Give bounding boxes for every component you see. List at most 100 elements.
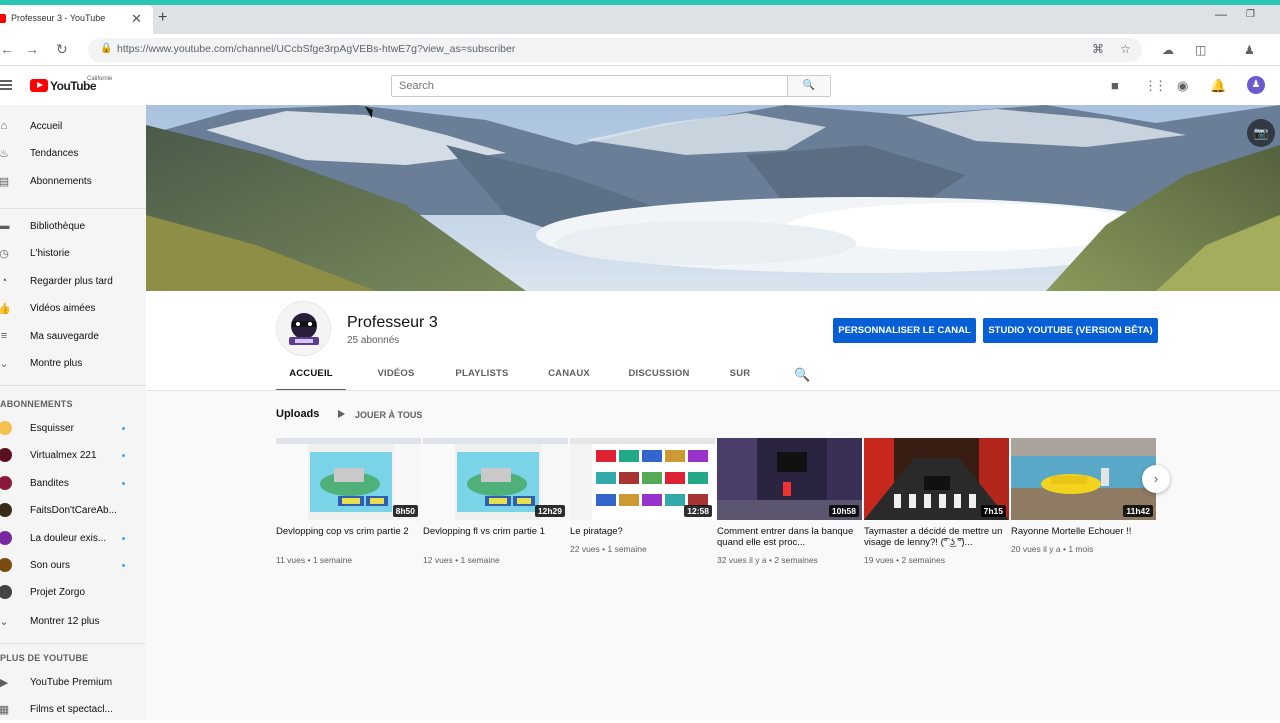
- menu-icon[interactable]: [0, 80, 12, 90]
- sidebar-item-subscription[interactable]: Esquisser: [0, 415, 146, 442]
- upload-age: 2 semaines: [774, 555, 818, 565]
- browser-tab-bar: Professeur 3 - YouTube ✕ + — ❐: [0, 5, 1280, 34]
- channel-banner: 📷: [146, 105, 1280, 291]
- bookmark-star-icon[interactable]: ☆: [1120, 42, 1131, 56]
- channel-avatar[interactable]: [276, 301, 331, 356]
- library-icon: 👍: [0, 303, 11, 316]
- search-button[interactable]: 🔍: [787, 75, 831, 97]
- video-title[interactable]: Le piratage?: [570, 526, 712, 537]
- upload-age: 1 semaine: [312, 555, 353, 565]
- sidebar-item-nav[interactable]: ♨ Tendances: [0, 140, 146, 167]
- video-title[interactable]: Devlopping cop vs crim partie 2: [276, 526, 418, 537]
- sidebar-item-library[interactable]: ◷ L'historie: [0, 240, 146, 267]
- apps-grid-icon[interactable]: ⋮⋮: [1144, 78, 1167, 94]
- sidebar-item-label: Son ours: [30, 560, 71, 571]
- search-input[interactable]: [392, 76, 787, 96]
- restore-window-icon[interactable]: ❐: [1246, 9, 1255, 20]
- back-icon[interactable]: ←: [0, 41, 14, 57]
- subscriber-count: 25 abonnés: [347, 335, 400, 346]
- sidebar-item-more[interactable]: ▦ Films et spectacl...: [0, 696, 146, 723]
- play-all-button[interactable]: JOUER À TOUS: [355, 410, 422, 420]
- play-all-icon[interactable]: [338, 410, 345, 418]
- notifications-bell-icon[interactable]: 🔔: [1210, 78, 1226, 94]
- search-field[interactable]: [391, 75, 788, 97]
- extension-cloud-icon[interactable]: ☁: [1162, 43, 1174, 57]
- channel-avatar: [0, 558, 12, 572]
- video-card[interactable]: 11h42 Rayonne Mortelle Echouer !! 20 vues …: [1011, 438, 1156, 568]
- edit-banner-camera-icon[interactable]: 📷: [1247, 119, 1275, 147]
- account-avatar[interactable]: ♟: [1247, 76, 1265, 94]
- library-icon: ◔: [0, 274, 8, 287]
- reload-icon[interactable]: ↻: [56, 41, 68, 58]
- sidebar-item-label: Esquisser: [30, 423, 74, 434]
- sidebar-item-label: La douleur exis...: [30, 532, 107, 544]
- tab-sur[interactable]: SUR: [720, 362, 760, 391]
- tab-discussion[interactable]: DISCUSSION: [624, 362, 694, 391]
- tab-playlists[interactable]: PLAYLISTS: [448, 362, 516, 391]
- url-text[interactable]: https://www.youtube.com/channel/UCcbSfge…: [117, 43, 515, 55]
- video-duration-badge: 7h15: [980, 505, 1006, 517]
- tab-videos[interactable]: VIDÉOS: [366, 362, 426, 391]
- more-youtube-section-title: PLUS DE YOUTUBE: [0, 653, 89, 663]
- sidebar-item-nav[interactable]: ▤ Abonnements: [0, 168, 146, 195]
- uploads-section-title[interactable]: Uploads: [276, 408, 319, 420]
- sidebar-item-library[interactable]: ▬ Bibliothèque: [0, 213, 146, 240]
- upload-age: 2 semaines: [901, 555, 945, 565]
- browser-tab[interactable]: Professeur 3 - YouTube ✕: [0, 5, 153, 34]
- extension-shield-icon[interactable]: ◫: [1195, 43, 1206, 57]
- close-tab-icon[interactable]: ✕: [131, 11, 142, 27]
- video-thumbnail[interactable]: 8h50: [276, 438, 421, 520]
- sidebar-show-more-subscriptions[interactable]: ⌄ Montrer 12 plus: [0, 608, 146, 635]
- tab-canaux[interactable]: CANAUX: [538, 362, 600, 391]
- video-thumbnail[interactable]: 10h58: [717, 438, 862, 520]
- view-count: 12 vues: [423, 555, 453, 565]
- sidebar-item-subscription[interactable]: Bandites: [0, 470, 146, 497]
- profile-icon[interactable]: ♟: [1244, 43, 1255, 57]
- video-title[interactable]: Comment entrer dans la banque quand elle…: [717, 526, 859, 548]
- new-tab-icon[interactable]: +: [158, 9, 167, 27]
- sidebar-item-library[interactable]: ⌄ Montre plus: [0, 350, 146, 377]
- minimize-window-icon[interactable]: —: [1215, 7, 1227, 21]
- youtube-studio-button[interactable]: STUDIO YOUTUBE (VERSION BÊTA): [983, 318, 1158, 343]
- browser-toolbar: ← → ↻ 🔒 https://www.youtube.com/channel/…: [0, 34, 1280, 66]
- lock-icon: 🔒: [100, 43, 113, 54]
- address-bar[interactable]: 🔒 https://www.youtube.com/channel/UCcbSf…: [88, 38, 1142, 62]
- sidebar-item-label: Vidéos aimées: [30, 303, 96, 315]
- sidebar-item-subscription[interactable]: Projet Zorgo: [0, 579, 146, 606]
- library-icon: ▬: [0, 220, 10, 232]
- video-card[interactable]: 12:58 Le piratage? 22 vues • 1 semaine: [570, 438, 715, 568]
- sidebar-item-nav[interactable]: ⌂ Accueil: [0, 113, 146, 140]
- video-thumbnail[interactable]: 11h42: [1011, 438, 1156, 520]
- translate-icon[interactable]: ⌘: [1092, 42, 1104, 56]
- tab-accueil[interactable]: ACCUEIL: [276, 362, 346, 391]
- video-card[interactable]: 12h29 Devlopping fl vs crim partie 1 12 vu…: [423, 438, 568, 568]
- video-card[interactable]: 8h50 Devlopping cop vs crim partie 2 11 vu…: [276, 438, 421, 568]
- sidebar-item-subscription[interactable]: Son ours: [0, 552, 146, 579]
- sidebar-divider: [0, 643, 146, 644]
- video-title[interactable]: Taymaster a décidé de mettre un visage d…: [864, 526, 1006, 548]
- upload-age: 1 mois: [1068, 544, 1094, 554]
- video-thumbnail[interactable]: 12:58: [570, 438, 715, 520]
- video-metadata: 12 vues • 1 semaine: [423, 555, 500, 565]
- sidebar-item-subscription[interactable]: Virtualmex 221: [0, 442, 146, 469]
- messages-icon[interactable]: ◉: [1177, 78, 1188, 94]
- sidebar-item-library[interactable]: ≡ Ma sauvegarde: [0, 323, 146, 350]
- video-thumbnail[interactable]: 7h15: [864, 438, 1009, 520]
- shelf-next-arrow-icon[interactable]: ›: [1142, 465, 1170, 493]
- sidebar-item-more[interactable]: ▶ YouTube Premium: [0, 669, 146, 696]
- channel-search-icon[interactable]: 🔍: [794, 367, 810, 383]
- video-card[interactable]: 7h15 Taymaster a décidé de mettre un visa…: [864, 438, 1009, 568]
- sidebar-item-library[interactable]: 👍 Vidéos aimées: [0, 295, 146, 322]
- create-video-icon[interactable]: ■: [1111, 78, 1119, 93]
- sidebar-item-subscription[interactable]: FaitsDon'tCareAb...: [0, 497, 146, 524]
- video-title[interactable]: Devlopping fl vs crim partie 1: [423, 526, 565, 537]
- video-thumbnail[interactable]: 12h29: [423, 438, 568, 520]
- customize-channel-button[interactable]: PERSONNALISER LE CANAL: [833, 318, 976, 343]
- sidebar-item-subscription[interactable]: La douleur exis...: [0, 525, 146, 552]
- youtube-favicon-icon: [0, 14, 6, 23]
- video-card[interactable]: 10h58 Comment entrer dans la banque quand…: [717, 438, 862, 568]
- video-title[interactable]: Rayonne Mortelle Echouer !!: [1011, 526, 1153, 537]
- sidebar-item-library[interactable]: ◔ Regarder plus tard: [0, 268, 146, 295]
- forward-icon[interactable]: →: [25, 41, 39, 57]
- youtube-logo-icon[interactable]: [30, 79, 48, 92]
